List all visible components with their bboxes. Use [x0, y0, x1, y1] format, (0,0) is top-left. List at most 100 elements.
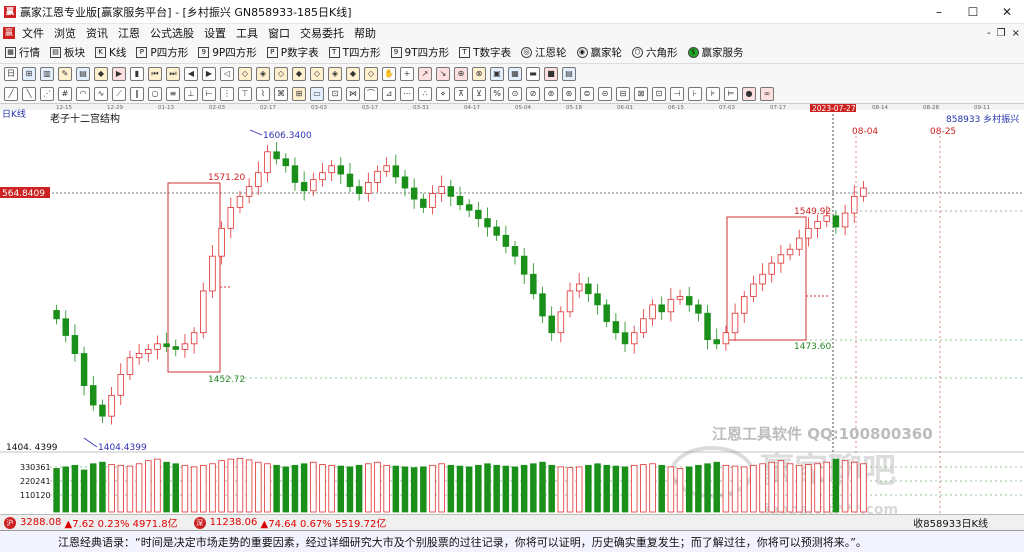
tool-icon[interactable]: ⌒: [364, 86, 378, 101]
tool-icon[interactable]: ⊣: [670, 86, 684, 101]
line-tool-icon[interactable]: ╱: [4, 86, 18, 101]
fan-tool-icon[interactable]: ⋰: [40, 86, 54, 101]
toolbar-sector-button[interactable]: ▤ 板块: [45, 45, 90, 60]
tool-icon[interactable]: ⊟: [616, 86, 630, 101]
menu-window[interactable]: 窗口: [263, 25, 295, 41]
tool-icon[interactable]: ⊛: [562, 86, 576, 101]
tool-icon[interactable]: ⊕: [454, 67, 468, 81]
tool-icon[interactable]: ⋄: [436, 86, 450, 101]
last-bar-icon[interactable]: ⏭: [166, 67, 180, 81]
tool-icon[interactable]: ⊦: [688, 86, 702, 101]
fib-tool-icon[interactable]: ≡: [166, 86, 180, 101]
crosshair-icon[interactable]: +: [400, 67, 414, 81]
diamond-icon[interactable]: ◈: [256, 67, 270, 81]
tool-icon[interactable]: ⊢: [202, 86, 216, 101]
diamond-icon[interactable]: ◇: [364, 67, 378, 81]
minimize-button[interactable]: –: [922, 0, 956, 24]
menu-settings[interactable]: 设置: [199, 25, 231, 41]
menu-trade[interactable]: 交易委托: [295, 25, 349, 41]
next-icon[interactable]: ▶: [202, 67, 216, 81]
chart-icon[interactable]: ▥: [40, 67, 54, 81]
menu-help[interactable]: 帮助: [349, 25, 381, 41]
tool-icon[interactable]: ▶: [112, 67, 126, 81]
color-tool-icon[interactable]: ●: [742, 86, 756, 101]
tool-icon[interactable]: ▭: [310, 86, 324, 101]
menu-formula[interactable]: 公式选股: [145, 25, 199, 41]
tool-icon[interactable]: ⊡: [652, 86, 666, 101]
tool-icon[interactable]: ⌇: [256, 86, 270, 101]
tool-icon[interactable]: ⊠: [634, 86, 648, 101]
menu-gann[interactable]: 江恩: [113, 25, 145, 41]
tool-icon[interactable]: ▦: [508, 67, 522, 81]
toolbar-quotes-button[interactable]: ▦ 行情: [0, 45, 45, 60]
mdi-minimize-button[interactable]: -: [987, 28, 991, 39]
tool-icon[interactable]: ▣: [490, 67, 504, 81]
prev-icon[interactable]: ◀: [184, 67, 198, 81]
toolbar-hexagon-button[interactable]: ⬡ 六角形: [627, 45, 683, 60]
tool-icon[interactable]: ⋮: [220, 86, 234, 101]
tool-icon[interactable]: ⊧: [706, 86, 720, 101]
tool-icon[interactable]: ⊘: [526, 86, 540, 101]
tool-icon[interactable]: %: [490, 86, 504, 101]
tool-icon[interactable]: ■: [544, 67, 558, 81]
line-tool-icon[interactable]: ╲: [22, 86, 36, 101]
tool-icon[interactable]: ⊚: [544, 86, 558, 101]
tool-icon[interactable]: ⊞: [292, 86, 306, 101]
tool-icon[interactable]: ⋯: [400, 86, 414, 101]
diamond-icon[interactable]: ◆: [292, 67, 306, 81]
save-icon[interactable]: ▬: [526, 67, 540, 81]
toolbar-9t-square-button[interactable]: 9 9T四方形: [386, 45, 455, 60]
kline-chart[interactable]: 12-15 12-29 01-13 02-03 02-17 03-03 03-17 03-31…: [0, 104, 1024, 518]
menu-tools[interactable]: 工具: [231, 25, 263, 41]
tool-icon[interactable]: ✎: [58, 67, 72, 81]
arc-tool-icon[interactable]: ◠: [76, 86, 90, 101]
tool-icon[interactable]: ⊡: [328, 86, 342, 101]
tool-icon[interactable]: ⊗: [472, 67, 486, 81]
zoom-icon[interactable]: ⊞: [22, 67, 36, 81]
maximize-button[interactable]: ☐: [956, 0, 990, 24]
tool-icon[interactable]: ▤: [562, 67, 576, 81]
close-button[interactable]: ✕: [990, 0, 1024, 24]
toolbar-t-number-button[interactable]: T T数字表: [454, 45, 516, 60]
diamond-icon[interactable]: ◈: [328, 67, 342, 81]
kline-chart-panel[interactable]: 12-15 12-29 01-13 02-03 02-17 03-03 03-17 03-31…: [0, 104, 1024, 518]
tool-icon[interactable]: ⊨: [724, 86, 738, 101]
menu-browse[interactable]: 浏览: [49, 25, 81, 41]
line-tool-icon[interactable]: ⊥: [184, 86, 198, 101]
toolbar-t-square-button[interactable]: T T四方形: [324, 45, 386, 60]
tool-icon[interactable]: ↘: [436, 67, 450, 81]
infinity-icon[interactable]: ∞: [760, 86, 774, 101]
toolbar-service-button[interactable]: $ 赢家服务: [683, 45, 749, 60]
grid-tool-icon[interactable]: #: [58, 86, 72, 101]
tool-icon[interactable]: ↗: [418, 67, 432, 81]
sz-index[interactable]: 深 11238.06 ▲74.64 0.67% 5519.72亿: [190, 515, 386, 530]
step-back-icon[interactable]: ◁: [220, 67, 234, 81]
tool-icon[interactable]: ▤: [76, 67, 90, 81]
tool-icon[interactable]: ⊼: [454, 86, 468, 101]
diamond-icon[interactable]: ◇: [238, 67, 252, 81]
diamond-icon[interactable]: ◆: [346, 67, 360, 81]
tool-icon[interactable]: ⊤: [238, 86, 252, 101]
diamond-icon[interactable]: ◇: [274, 67, 288, 81]
circle-tool-icon[interactable]: ○: [148, 86, 162, 101]
tool-icon[interactable]: ⊻: [472, 86, 486, 101]
tool-icon[interactable]: ⋈: [346, 86, 360, 101]
period-select-icon[interactable]: 日: [4, 67, 18, 81]
first-bar-icon[interactable]: ⏮: [148, 67, 162, 81]
line-tool-icon[interactable]: ⟋: [112, 86, 126, 101]
tool-icon[interactable]: ⊿: [382, 86, 396, 101]
menu-file[interactable]: 文件: [17, 25, 49, 41]
toolbar-kline-button[interactable]: K K线: [90, 45, 131, 60]
hand-icon[interactable]: ✋: [382, 67, 396, 81]
toolbar-gann-wheel-button[interactable]: ◎ 江恩轮: [516, 45, 572, 60]
toolbar-9p-square-button[interactable]: 9 9P四方形: [193, 45, 262, 60]
tool-icon[interactable]: ⌘: [274, 86, 288, 101]
toolbar-winner-wheel-button[interactable]: ◉ 赢家轮: [572, 45, 628, 60]
mdi-restore-button[interactable]: ❐: [997, 28, 1006, 39]
tool-icon[interactable]: ⊝: [598, 86, 612, 101]
toolbar-p-number-button[interactable]: P P数字表: [262, 45, 324, 60]
sh-index[interactable]: 沪 3288.08 ▲7.62 0.23% 4971.8亿: [0, 515, 178, 530]
cycle-tool-icon[interactable]: ∿: [94, 86, 108, 101]
tool-icon[interactable]: ⊙: [508, 86, 522, 101]
tool-icon[interactable]: ⊜: [580, 86, 594, 101]
